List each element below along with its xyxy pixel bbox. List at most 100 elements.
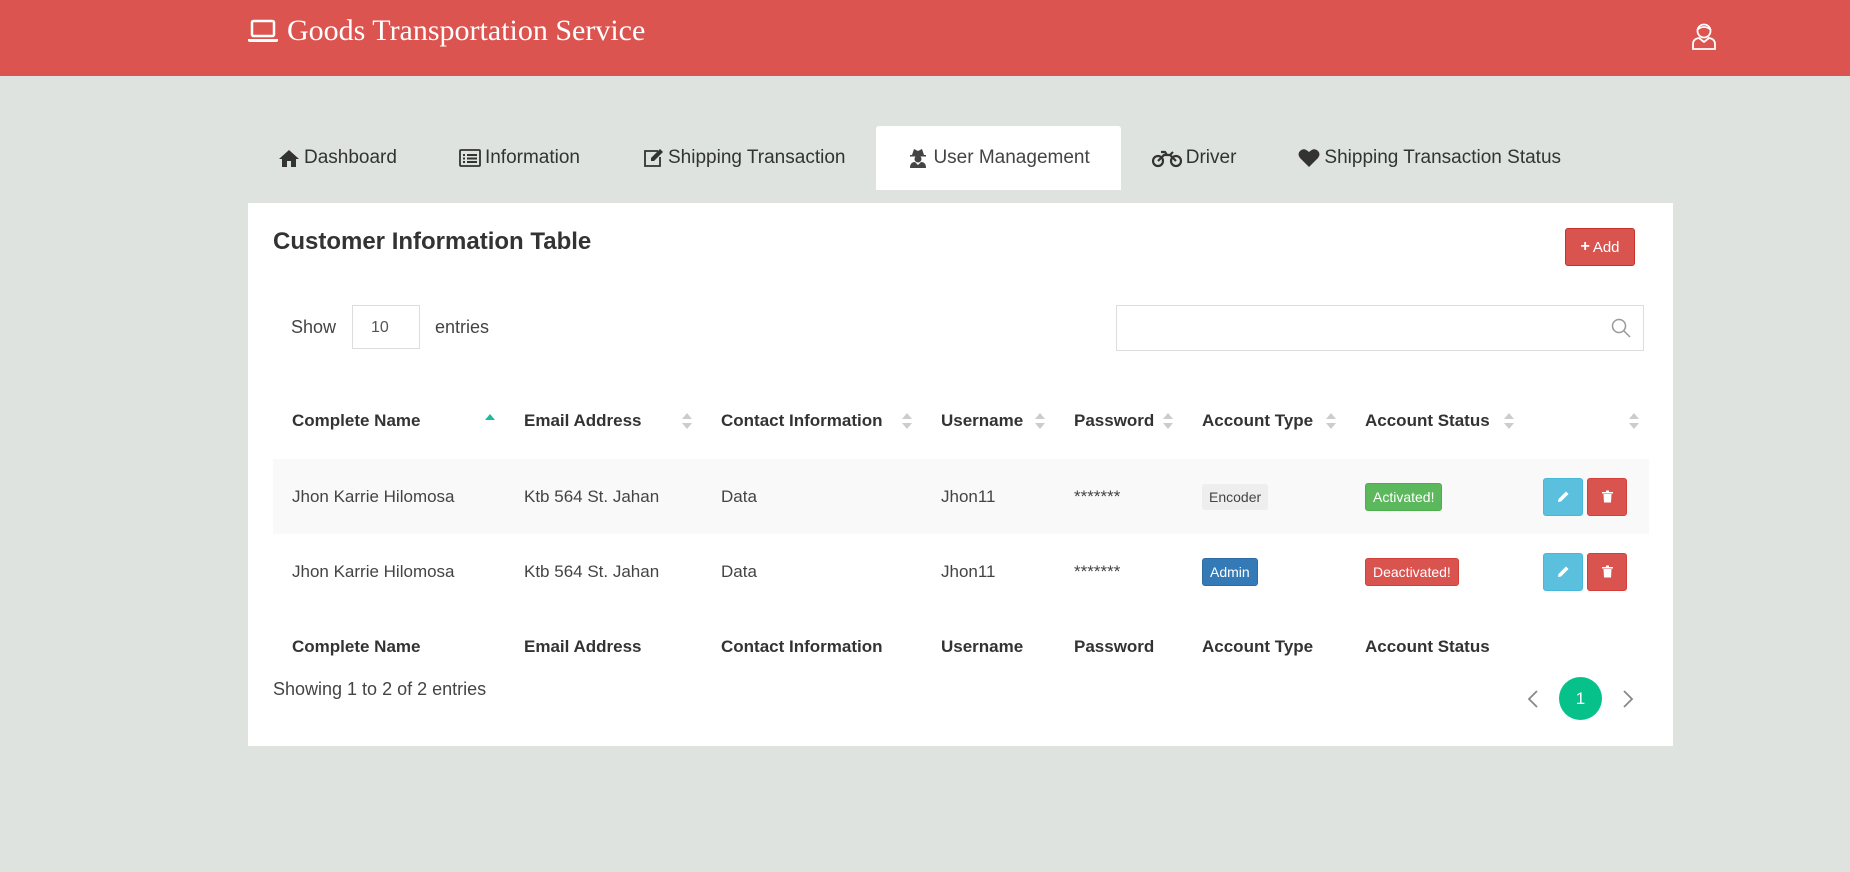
column-header-label: Account Type xyxy=(1202,411,1314,430)
cell-actions xyxy=(1524,459,1649,534)
sort-ascending-icon xyxy=(485,414,495,420)
column-header-actions[interactable] xyxy=(1524,383,1649,459)
column-header-label: Username xyxy=(941,411,1024,430)
pencil-icon xyxy=(1557,566,1568,577)
cell-account-status: Activated! xyxy=(1346,459,1524,534)
cell-password: ******* xyxy=(1074,561,1121,581)
sort-icon xyxy=(1629,413,1639,429)
chevron-right-icon xyxy=(1623,689,1634,708)
account-type-badge: Admin xyxy=(1202,557,1258,586)
cell-email-address: Ktb 564 St. Jahan xyxy=(524,486,660,506)
tab-user-management[interactable]: User Management xyxy=(876,126,1121,190)
table-info: Showing 1 to 2 of 2 entries xyxy=(273,679,487,699)
cell-password: ******* xyxy=(1074,486,1121,506)
cell-account-type: Admin xyxy=(1183,534,1346,609)
cell-complete-name: Jhon Karrie Hilomosa xyxy=(292,561,455,581)
delete-button[interactable] xyxy=(1587,552,1627,591)
delete-button[interactable] xyxy=(1587,477,1627,516)
column-header-username[interactable]: Username xyxy=(922,383,1055,459)
chevron-left-icon xyxy=(1527,689,1538,708)
column-header-complete-name[interactable]: Complete Name xyxy=(273,383,505,459)
main-tabs: Dashboard Information Shipping Transacti… xyxy=(248,126,1592,190)
add-button[interactable]: + Add xyxy=(1565,228,1635,266)
motorcycle-icon xyxy=(1151,150,1182,168)
page-length-select[interactable]: 10 xyxy=(352,305,421,349)
trash-icon xyxy=(1601,490,1613,503)
column-header-label: Email Address xyxy=(524,411,642,430)
top-navbar: Goods Transportation Service xyxy=(0,0,1850,76)
search-icon[interactable] xyxy=(1611,318,1631,338)
cell-email-address: Ktb 564 St. Jahan xyxy=(524,561,660,581)
tab-shipping-transaction-status[interactable]: Shipping Transaction Status xyxy=(1267,126,1592,190)
cell-contact-information: Data xyxy=(721,561,757,581)
column-header-label: Contact Information xyxy=(721,411,883,430)
next-page-button[interactable] xyxy=(1608,679,1648,719)
footer-contact-information: Contact Information xyxy=(721,636,883,656)
user-avatar-icon[interactable] xyxy=(1691,22,1717,50)
table-row: Jhon Karrie Hilomosa Ktb 564 St. Jahan D… xyxy=(273,459,1649,534)
footer-password: Password xyxy=(1074,636,1155,656)
tab-label: Shipping Transaction Status xyxy=(1324,147,1562,168)
tab-dashboard[interactable]: Dashboard xyxy=(248,126,428,190)
cell-account-status: Deactivated! xyxy=(1346,534,1524,609)
search-input[interactable] xyxy=(1117,306,1643,350)
pagination: 1 xyxy=(1513,677,1648,720)
table-header-row: Complete Name Email Address Contact Info… xyxy=(273,383,1649,459)
column-header-label: Password xyxy=(1074,411,1155,430)
tab-information[interactable]: Information xyxy=(428,126,611,190)
tab-label: Driver xyxy=(1185,147,1237,168)
laptop-icon xyxy=(248,19,278,42)
table-footer-row: Complete Name Email Address Contact Info… xyxy=(273,609,1649,684)
sort-icon xyxy=(1326,413,1336,429)
home-icon xyxy=(279,150,299,167)
column-header-password[interactable]: Password xyxy=(1055,383,1183,459)
edit-button[interactable] xyxy=(1543,552,1583,591)
column-header-label: Complete Name xyxy=(292,411,421,430)
column-header-email-address[interactable]: Email Address xyxy=(505,383,702,459)
heart-icon xyxy=(1298,149,1320,167)
account-type-badge: Encoder xyxy=(1202,483,1269,510)
sort-icon xyxy=(1504,413,1514,429)
tab-shipping-transaction[interactable]: Shipping Transaction xyxy=(611,126,876,190)
search-box xyxy=(1116,305,1644,351)
add-button-label: Add xyxy=(1592,238,1620,256)
user-secret-icon xyxy=(910,149,927,168)
previous-page-button[interactable] xyxy=(1513,679,1553,719)
cell-username: Jhon11 xyxy=(941,561,996,581)
app-title: Goods Transportation Service xyxy=(287,14,646,47)
brand[interactable]: Goods Transportation Service xyxy=(247,14,645,48)
show-label: Show xyxy=(291,316,337,337)
column-header-account-status[interactable]: Account Status xyxy=(1346,383,1524,459)
trash-icon xyxy=(1601,565,1613,578)
sort-icon xyxy=(1163,413,1173,429)
panel-title: Customer Information Table xyxy=(273,228,592,255)
page-length-control: Show 10 entries xyxy=(291,305,489,349)
edit-icon xyxy=(644,149,663,167)
row-actions xyxy=(1543,477,1630,516)
page-button-current[interactable]: 1 xyxy=(1559,677,1602,720)
tab-driver[interactable]: Driver xyxy=(1121,126,1268,190)
tab-label: Dashboard xyxy=(304,147,397,168)
footer-email-address: Email Address xyxy=(524,636,642,656)
entries-label: entries xyxy=(435,316,490,337)
cell-contact-information: Data xyxy=(721,486,757,506)
list-icon xyxy=(459,149,481,167)
edit-button[interactable] xyxy=(1543,477,1583,516)
cell-complete-name: Jhon Karrie Hilomosa xyxy=(292,486,455,506)
account-status-badge: Activated! xyxy=(1365,482,1443,511)
customer-table: Complete Name Email Address Contact Info… xyxy=(273,383,1649,684)
row-actions xyxy=(1543,552,1630,591)
tab-label: Shipping Transaction xyxy=(668,147,846,168)
column-header-account-type[interactable]: Account Type xyxy=(1183,383,1346,459)
footer-username: Username xyxy=(941,636,1024,656)
customer-table-panel: Customer Information Table + Add Show 10… xyxy=(248,203,1673,746)
table-row: Jhon Karrie Hilomosa Ktb 564 St. Jahan D… xyxy=(273,534,1649,609)
footer-account-type: Account Type xyxy=(1202,636,1314,656)
account-status-badge: Deactivated! xyxy=(1365,557,1459,586)
sort-icon xyxy=(902,413,912,429)
column-header-contact-information[interactable]: Contact Information xyxy=(702,383,922,459)
footer-actions xyxy=(1524,609,1649,684)
tab-label: Information xyxy=(484,147,580,168)
footer-complete-name: Complete Name xyxy=(292,636,421,656)
cell-actions xyxy=(1524,534,1649,609)
